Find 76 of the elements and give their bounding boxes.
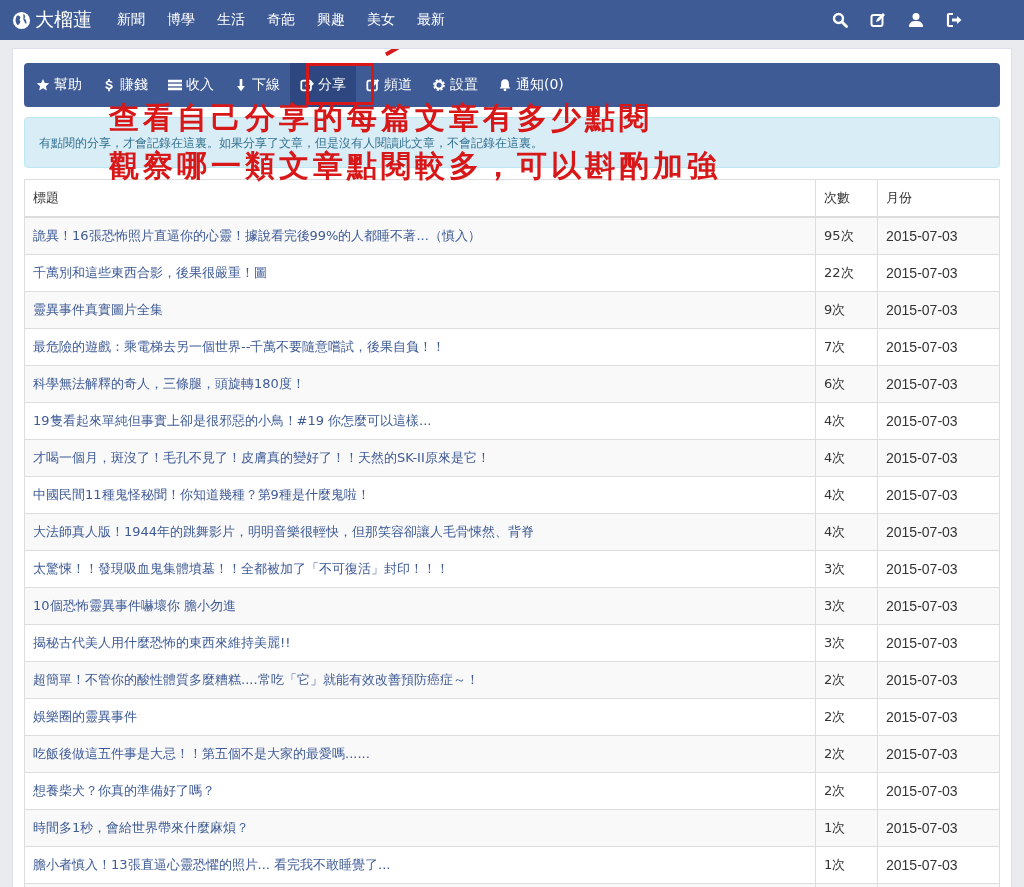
article-title[interactable]: 詭異！16張恐怖照片直逼你的心靈！據說看完後99%的人都睡不著...（慎入）: [24, 217, 816, 255]
month-cell: 2015-07-03: [877, 846, 1000, 884]
article-title[interactable]: 科學無法解釋的奇人，三條腿，頭旋轉180度！: [24, 365, 816, 403]
nav-link[interactable]: 興趣: [306, 11, 356, 29]
month-cell: 2015-07-03: [877, 587, 1000, 625]
month-cell: 2015-07-03: [877, 735, 1000, 773]
article-title[interactable]: 中國民間11種鬼怪秘聞！你知道幾種？第9種是什麼鬼啦！: [24, 476, 816, 514]
nav-link[interactable]: 博學: [156, 11, 206, 29]
view-count: 95次: [815, 217, 878, 255]
month-cell: 2015-07-03: [877, 291, 1000, 329]
nav-link[interactable]: 奇葩: [256, 11, 306, 29]
view-count: 3次: [815, 587, 878, 625]
logout-icon[interactable]: [946, 12, 962, 28]
annotation-mark: [384, 49, 400, 57]
toolbar-tab[interactable]: 幫助: [26, 63, 92, 107]
share-icon: [300, 78, 314, 92]
article-title[interactable]: 吃飯後做這五件事是大忌！！第五個不是大家的最愛嗎......: [24, 735, 816, 773]
article-title[interactable]: 大法師真人版！1944年的跳舞影片，明明音樂很輕快，但那笑容卻讓人毛骨悚然、背脊: [24, 513, 816, 551]
article-title[interactable]: 太驚悚！！發現吸血鬼集體墳墓！！全都被加了「不可復活」封印！！！: [24, 550, 816, 588]
view-count: 1次: [815, 846, 878, 884]
month-cell: 2015-07-03: [877, 624, 1000, 662]
month-cell: 2015-07-03: [877, 476, 1000, 514]
article-title[interactable]: 膽小者慎入！13張直逼心靈恐懼的照片... 看完我不敢睡覺了...: [24, 846, 816, 884]
view-count: 22次: [815, 254, 878, 292]
view-count: 3次: [815, 624, 878, 662]
nav-link[interactable]: 生活: [206, 11, 256, 29]
article-title[interactable]: 最危險的遊戲：乘電梯去另一個世界--千萬不要隨意嚐試，後果自負！！: [24, 328, 816, 366]
view-count: 2次: [815, 735, 878, 773]
search-icon[interactable]: [832, 12, 848, 28]
view-count: 6次: [815, 365, 878, 403]
user-icon[interactable]: [908, 12, 924, 28]
star-icon: [36, 78, 50, 92]
list-icon: [168, 78, 182, 92]
nav-link[interactable]: 最新: [406, 11, 456, 29]
nav-link[interactable]: 新聞: [106, 11, 156, 29]
month-cell: 2015-07-03: [877, 439, 1000, 477]
article-title[interactable]: 10個恐怖靈異事件嚇壞你 膽小勿進: [24, 587, 816, 625]
month-cell: 2015-07-03: [877, 217, 1000, 255]
view-count: 4次: [815, 439, 878, 477]
article-title[interactable]: 19隻看起來單純但事實上卻是很邪惡的小鳥！#19 你怎麼可以這樣...: [24, 402, 816, 440]
month-cell: 2015-07-03: [877, 809, 1000, 847]
month-cell: 2015-07-03: [877, 550, 1000, 588]
article-title[interactable]: 時間多1秒，會給世界帶來什麼麻煩？: [24, 809, 816, 847]
article-title[interactable]: 才喝一個月，斑沒了！毛孔不見了！皮膚真的變好了！！天然的SK-II原來是它！: [24, 439, 816, 477]
view-count: 7次: [815, 328, 878, 366]
view-count: 9次: [815, 291, 878, 329]
month-cell: 2015-07-03: [877, 513, 1000, 551]
month-cell: 2015-07-03: [877, 365, 1000, 403]
month-cell: 2015-07-03: [877, 328, 1000, 366]
site-logo[interactable]: 大榴蓮: [35, 7, 92, 33]
view-count: 4次: [815, 476, 878, 514]
view-count: 3次: [815, 550, 878, 588]
month-cell: 2015-07-03: [877, 661, 1000, 699]
article-title[interactable]: 超簡單！不管你的酸性體質多麼糟糕....常吃「它」就能有效改善預防癌症～！: [24, 661, 816, 699]
edit-icon: [366, 78, 380, 92]
view-count: 2次: [815, 772, 878, 810]
bell-icon: [498, 78, 512, 92]
month-cell: 2015-07-03: [877, 698, 1000, 736]
article-title[interactable]: 揭秘古代美人用什麼恐怖的東西來維持美麗!!: [24, 624, 816, 662]
nav-link[interactable]: 美女: [356, 11, 406, 29]
article-title[interactable]: 靈異事件真實圖片全集: [24, 291, 816, 329]
view-count: 2次: [815, 698, 878, 736]
edit-icon[interactable]: [870, 12, 886, 28]
settings-icon: [432, 78, 446, 92]
view-count: 2次: [815, 661, 878, 699]
globe-icon: [12, 10, 31, 30]
month-cell: 2015-07-03: [877, 402, 1000, 440]
month-cell: 2015-07-03: [877, 772, 1000, 810]
month-cell: 2015-07-03: [877, 254, 1000, 292]
article-title[interactable]: 娛樂圈的靈異事件: [24, 698, 816, 736]
view-count: 1次: [815, 809, 878, 847]
info-text: 有點閱的分享，才會記錄在這裏。如果分享了文章，但是沒有人閱讀此文章，不會記錄在這裏。: [39, 135, 543, 150]
view-count: 4次: [815, 402, 878, 440]
view-count: 4次: [815, 513, 878, 551]
article-title[interactable]: 千萬別和這些東西合影，後果很嚴重！圖: [24, 254, 816, 292]
article-title[interactable]: 想養柴犬？你真的準備好了嗎？: [24, 772, 816, 810]
